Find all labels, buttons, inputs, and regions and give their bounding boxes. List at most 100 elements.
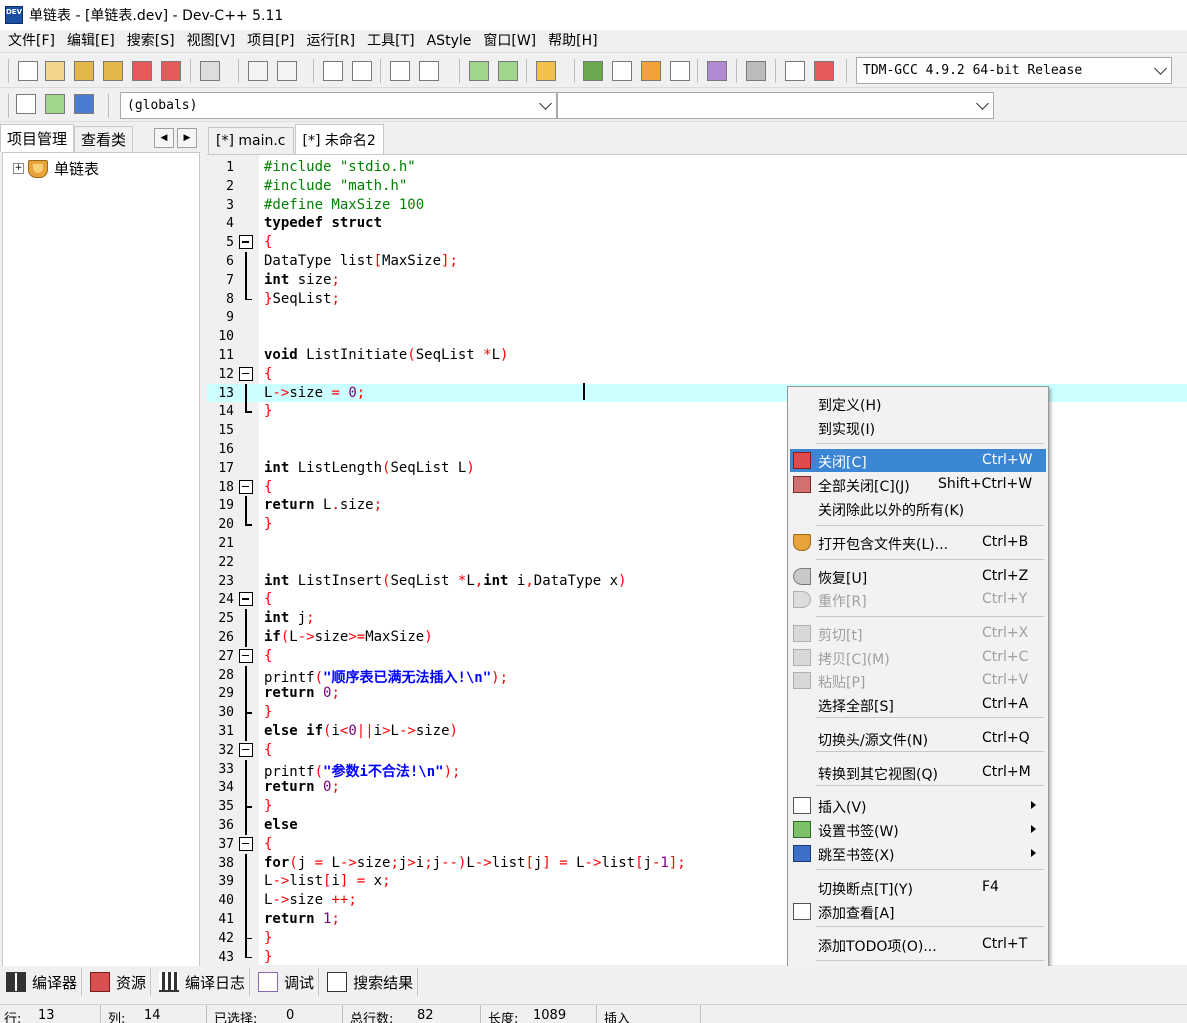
context-menu-item[interactable]: 切换断点[T](Y) F4 (790, 876, 1046, 899)
scope-select[interactable]: (globals) (120, 92, 557, 119)
context-menu-item[interactable]: 关闭[C] Ctrl+W (790, 449, 1046, 472)
code-line[interactable]: 5{ (207, 233, 1187, 252)
goto-line-icon[interactable] (390, 61, 410, 81)
code-line[interactable]: 8}SeqList; (207, 289, 1187, 309)
menu-run[interactable]: 运行[R] (300, 30, 361, 52)
compile-run-icon[interactable] (641, 61, 661, 81)
tab-resources[interactable]: 资源 (90, 968, 152, 996)
code-line[interactable]: 10 (207, 327, 1187, 346)
tab-compile-log[interactable]: 编译日志 (159, 968, 251, 996)
save-all-icon[interactable] (103, 61, 123, 81)
tab-main-c[interactable]: [*] main.c (208, 127, 294, 154)
code-line[interactable]: 7 int size; (207, 270, 1187, 290)
check-syntax-icon[interactable] (707, 61, 727, 81)
context-menu-item[interactable]: 到实现(I) (790, 416, 1046, 439)
set-bookmark-icon[interactable] (45, 94, 65, 114)
code-line[interactable]: 12 { (207, 365, 1187, 384)
fold-collapse-icon[interactable] (239, 590, 255, 609)
close-all-icon[interactable] (161, 61, 181, 81)
menu-help[interactable]: 帮助[H] (542, 30, 603, 52)
tree-node-project[interactable]: + 单链表 (13, 158, 99, 179)
tab-scroll-right-button[interactable]: ▶ (177, 128, 197, 148)
close-icon[interactable] (132, 61, 152, 81)
fold-collapse-icon[interactable] (239, 233, 255, 252)
find-icon[interactable] (323, 61, 343, 81)
code-line[interactable]: 4 typedef struct (207, 214, 1187, 233)
code-line[interactable]: 9 (207, 308, 1187, 327)
menu-search[interactable]: 搜索[S] (121, 30, 181, 52)
open-file-icon[interactable] (45, 61, 65, 81)
fold-end (239, 515, 255, 534)
stop-icon[interactable] (746, 61, 766, 81)
menu-file[interactable]: 文件[F] (2, 30, 61, 52)
new-file-icon[interactable] (18, 61, 38, 81)
fold-collapse-icon[interactable] (239, 365, 255, 384)
context-menu-label: 打开包含文件夹(L)... (818, 537, 949, 553)
insert-icon (793, 797, 811, 814)
context-menu-item[interactable]: 到定义(H) (790, 392, 1046, 415)
context-menu-item[interactable]: 打开包含文件夹(L)... Ctrl+B (790, 531, 1046, 554)
fold-collapse-icon[interactable] (239, 835, 255, 854)
undo-icon[interactable] (248, 61, 268, 81)
context-menu-item[interactable]: 粘贴[P] Ctrl+V (790, 669, 1046, 692)
context-menu-item[interactable]: 剪切[t] Ctrl+X (790, 622, 1046, 645)
tab-search-results[interactable]: 搜索结果 (327, 968, 419, 996)
context-menu-item[interactable]: 切换头/源文件(N) Ctrl+Q (790, 727, 1046, 750)
context-menu-item[interactable]: 全部关闭[C](J) Shift+Ctrl+W (790, 473, 1046, 496)
tab-class-browser[interactable]: 查看类 (74, 126, 134, 152)
code-line[interactable]: 1 #include "stdio.h" (207, 158, 1187, 177)
compile-icon[interactable] (583, 61, 603, 81)
code-line[interactable]: 6 DataType list[MaxSize]; (207, 252, 1187, 271)
context-menu-item[interactable]: 拷贝[C](M) Ctrl+C (790, 646, 1046, 669)
context-menu-item[interactable]: 设置书签(W) (790, 818, 1046, 841)
run-icon[interactable] (612, 61, 632, 81)
tab-debug[interactable]: 调试 (258, 968, 320, 996)
toolbar-separator (380, 59, 381, 83)
menu-astyle[interactable]: AStyle (421, 30, 478, 52)
context-menu-item[interactable]: 选择全部[S] Ctrl+A (790, 693, 1046, 716)
context-menu-item[interactable]: 添加TODO项(O)... Ctrl+T (790, 933, 1046, 956)
context-menu-item[interactable]: 关闭除此以外的所有(K) (790, 497, 1046, 520)
class-icon[interactable] (536, 61, 556, 81)
menu-project[interactable]: 项目[P] (241, 30, 300, 52)
code-line[interactable]: 2 #include "math.h" (207, 177, 1187, 196)
debug-icon[interactable] (814, 61, 834, 81)
expand-icon[interactable]: + (13, 163, 24, 174)
context-menu-item[interactable]: 转换到其它视图(Q) Ctrl+M (790, 761, 1046, 784)
menu-window[interactable]: 窗口[W] (477, 30, 542, 52)
menu-view[interactable]: 视图[V] (181, 30, 242, 52)
fold-line (239, 252, 255, 271)
tab-compiler[interactable]: 编译器 (6, 968, 83, 996)
tab-scroll-left-button[interactable]: ◀ (154, 128, 174, 148)
tab-project-manager[interactable]: 项目管理 (0, 124, 75, 152)
context-menu-item[interactable]: 重作[R] Ctrl+Y (790, 588, 1046, 611)
save-icon[interactable] (74, 61, 94, 81)
rebuild-icon[interactable] (670, 61, 690, 81)
function-select[interactable] (557, 92, 994, 119)
fold-collapse-icon[interactable] (239, 647, 255, 666)
fold-collapse-icon[interactable] (239, 478, 255, 497)
tab-untitled2[interactable]: [*] 未命名2 (294, 124, 384, 154)
context-menu-item[interactable]: 恢复[U] Ctrl+Z (790, 565, 1046, 588)
insert-icon[interactable] (16, 94, 36, 114)
code-line[interactable]: 3 #define MaxSize 100 (207, 196, 1187, 215)
menu-tools[interactable]: 工具[T] (361, 30, 420, 52)
chart-icon[interactable] (785, 61, 805, 81)
compiler-select[interactable]: TDM-GCC 4.9.2 64-bit Release (856, 57, 1172, 84)
toggle-bookmark-icon[interactable] (498, 61, 518, 81)
fold-collapse-icon[interactable] (239, 741, 255, 760)
goto-bookmark-icon[interactable] (74, 94, 94, 114)
submenu-arrow-icon (1031, 849, 1036, 857)
context-menu-item[interactable]: 添加查看[A] (790, 900, 1046, 923)
replace-icon[interactable] (352, 61, 372, 81)
indent-icon[interactable] (419, 61, 439, 81)
insert-icon[interactable] (469, 61, 489, 81)
menu-edit[interactable]: 编辑[E] (61, 30, 121, 52)
code-line[interactable]: 11 void ListInitiate(SeqList *L) (207, 346, 1187, 365)
context-menu-item[interactable]: 跳至书签(X) (790, 842, 1046, 865)
main-toolbar: TDM-GCC 4.9.2 64-bit Release (0, 52, 1187, 88)
context-menu-item[interactable]: 插入(V) (790, 794, 1046, 817)
menu-separator (816, 751, 1044, 752)
redo-icon[interactable] (277, 61, 297, 81)
print-icon[interactable] (200, 61, 220, 81)
